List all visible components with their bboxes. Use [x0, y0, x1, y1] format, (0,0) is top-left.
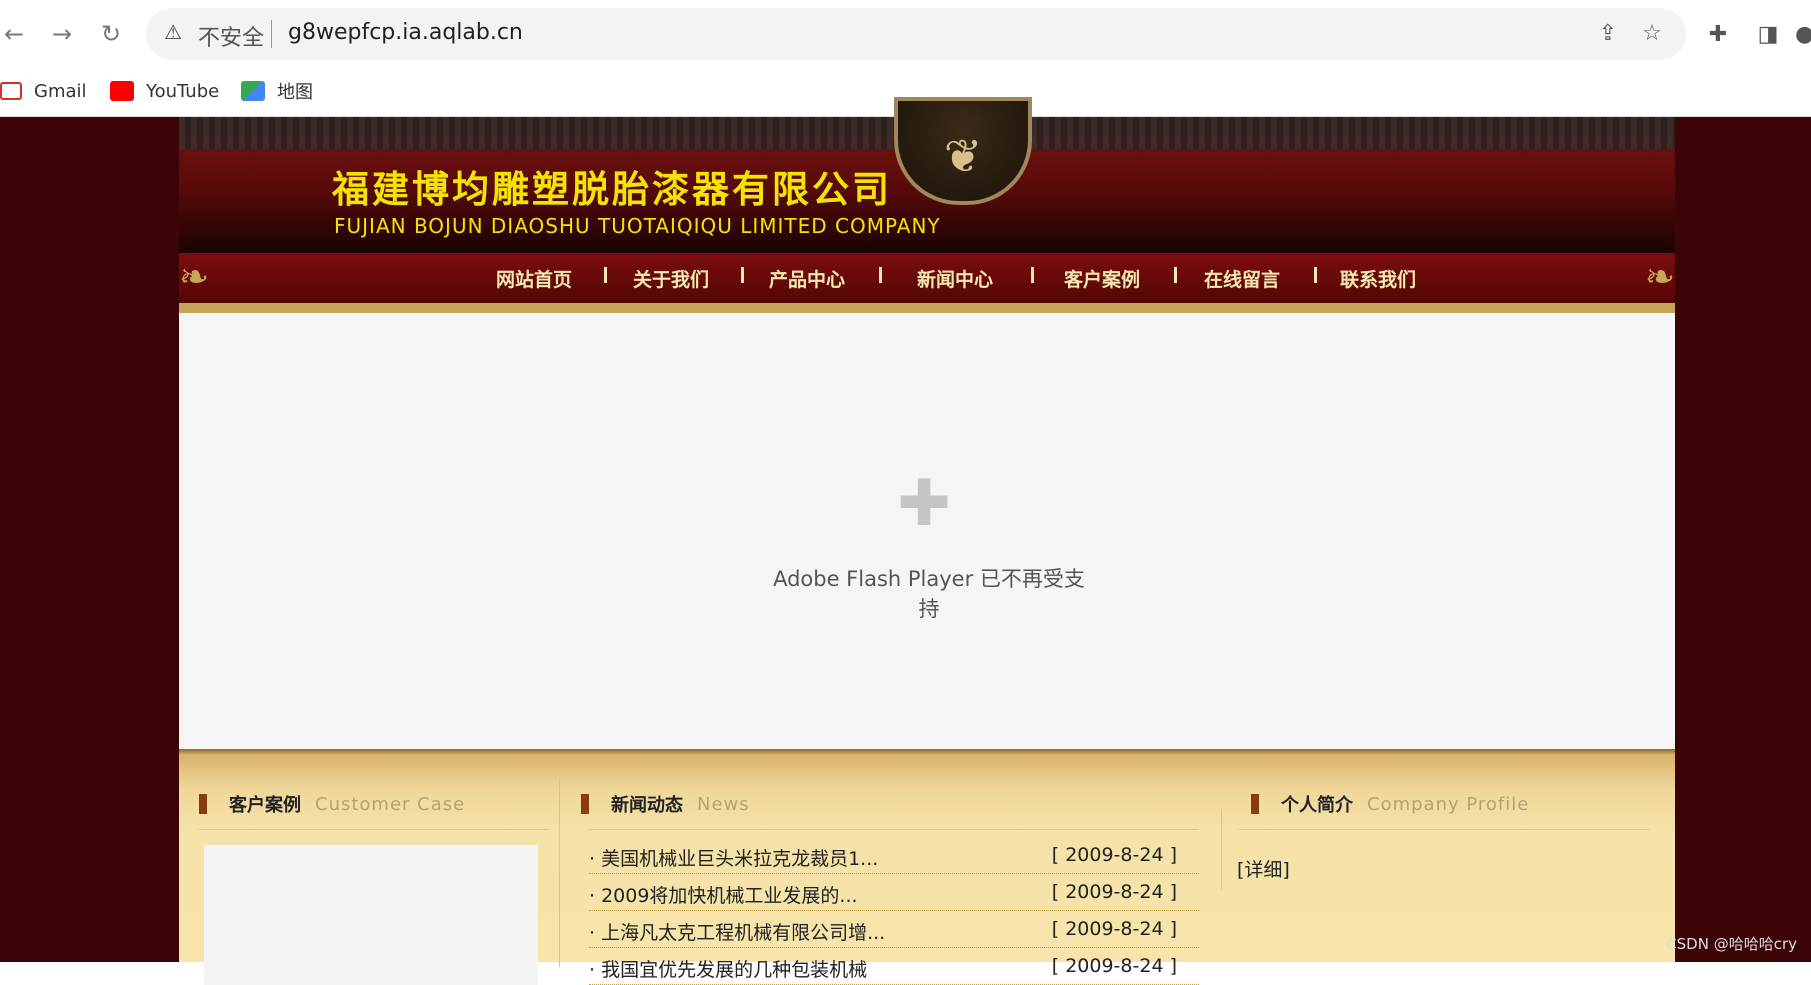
site-header: ❦ 福建博均雕塑脱胎漆器有限公司 FUJIAN BOJUN DIAOSHU TU…: [179, 97, 1675, 253]
news-title[interactable]: · 我国宜优先发展的几种包装机械: [589, 955, 867, 982]
nav-divider: [879, 267, 882, 283]
nav-divider: [604, 267, 607, 283]
nav-contact[interactable]: 联系我们: [1340, 265, 1416, 292]
profile-panel-title: 个人简介 Company Profile: [1251, 791, 1529, 817]
page-background: ❦ 福建博均雕塑脱胎漆器有限公司 FUJIAN BOJUN DIAOSHU TU…: [0, 97, 1811, 985]
star-icon[interactable]: ☆: [1638, 20, 1666, 48]
nav-about[interactable]: 关于我们: [633, 265, 709, 292]
profile-detail-link[interactable]: [详细]: [1237, 855, 1290, 882]
divider: [559, 777, 560, 967]
bookmark-label: Gmail: [34, 80, 87, 102]
case-image-placeholder[interactable]: [204, 845, 538, 985]
bookmark-gmail[interactable]: Gmail: [0, 76, 87, 106]
company-name-cn: 福建博均雕塑脱胎漆器有限公司: [332, 168, 892, 211]
profile-title-cn: 个人简介: [1281, 795, 1353, 816]
nav-divider: [741, 267, 744, 283]
left-ornament-icon: ❧: [179, 257, 210, 298]
right-ornament-icon: ❧: [1644, 257, 1675, 298]
cases-panel-title: 客户案例 Customer Case: [199, 791, 465, 817]
plugin-puzzle-icon: ✚: [897, 467, 951, 541]
gmail-icon: [0, 82, 22, 100]
nav-products[interactable]: 产品中心: [769, 265, 845, 292]
side-panel-icon[interactable]: ◨: [1753, 20, 1783, 50]
csdn-watermark: CSDN @哈哈哈cry: [1666, 935, 1797, 953]
nav-message[interactable]: 在线留言: [1204, 265, 1280, 292]
nav-divider: [1031, 267, 1034, 283]
site-container: ❦ 福建博均雕塑脱胎漆器有限公司 FUJIAN BOJUN DIAOSHU TU…: [179, 97, 1675, 985]
flash-unsupported-message: Adobe Flash Player 已不再受支持: [773, 567, 1085, 621]
nav-cases[interactable]: 客户案例: [1064, 265, 1140, 292]
bookmark-label: YouTube: [146, 80, 220, 102]
news-panel-title: 新闻动态 News: [581, 791, 750, 817]
news-item[interactable]: · 2009将加快机械工业发展的... [ 2009-8-24 ]: [589, 874, 1199, 911]
reload-icon[interactable]: ↻: [97, 20, 125, 48]
warning-icon[interactable]: ⚠: [164, 21, 186, 43]
address-divider: [271, 20, 272, 48]
youtube-icon: [110, 81, 134, 101]
news-title[interactable]: · 美国机械业巨头米拉克龙裁员1...: [589, 844, 878, 871]
security-status[interactable]: 不安全: [198, 20, 264, 52]
title-marker: [199, 794, 207, 814]
news-item[interactable]: · 美国机械业巨头米拉克龙裁员1... [ 2009-8-24 ]: [589, 837, 1199, 874]
content-panels: 客户案例 Customer Case 新闻动态 News · 美国机械业巨头米拉…: [179, 749, 1675, 985]
news-item[interactable]: · 我国宜优先发展的几种包装机械 [ 2009-8-24 ]: [589, 948, 1199, 985]
news-date: [ 2009-8-24 ]: [1051, 955, 1177, 977]
flash-placeholder[interactable]: ✚ Adobe Flash Player 已不再受支持: [179, 313, 1675, 749]
divider: [1239, 829, 1649, 830]
maps-icon: [241, 81, 265, 101]
url-text[interactable]: g8wepfcp.ia.aqlab.cn: [288, 20, 523, 45]
title-marker: [1251, 794, 1259, 814]
nav-divider: [1174, 267, 1177, 283]
bookmark-maps[interactable]: 地图: [241, 76, 313, 106]
share-icon[interactable]: ⇪: [1594, 20, 1622, 48]
nav-divider: [1314, 267, 1317, 283]
profile-avatar-icon[interactable]: ●: [1795, 20, 1811, 50]
divider: [199, 829, 549, 830]
news-title[interactable]: · 2009将加快机械工业发展的...: [589, 881, 858, 908]
main-nav: ❧ ❧ 网站首页 关于我们 产品中心 新闻中心 客户案例 在线留言 联系我们: [179, 253, 1675, 313]
forward-arrow-icon[interactable]: →: [48, 20, 76, 48]
bookmark-youtube[interactable]: YouTube: [110, 76, 219, 106]
news-item[interactable]: · 上海凡太克工程机械有限公司增... [ 2009-8-24 ]: [589, 911, 1199, 948]
nav-news[interactable]: 新闻中心: [917, 265, 993, 292]
company-name-en: FUJIAN BOJUN DIAOSHU TUOTAIQIQU LIMITED …: [334, 214, 941, 238]
bookmark-label: 地图: [277, 82, 313, 103]
browser-toolbar: ← → ↻ ⚠ 不安全 g8wepfcp.ia.aqlab.cn ⇪ ☆ ✚ ◨…: [0, 0, 1811, 66]
address-bar[interactable]: ⚠ 不安全 g8wepfcp.ia.aqlab.cn ⇪ ☆: [146, 8, 1686, 60]
extensions-icon[interactable]: ✚: [1703, 20, 1733, 50]
title-marker: [581, 794, 589, 814]
news-date: [ 2009-8-24 ]: [1051, 918, 1177, 940]
profile-title-en: Company Profile: [1367, 793, 1530, 815]
news-title-en: News: [697, 793, 750, 815]
emblem-logo-icon: ❦: [894, 97, 1032, 205]
divider: [1221, 809, 1222, 889]
news-title-cn: 新闻动态: [611, 795, 683, 816]
news-title[interactable]: · 上海凡太克工程机械有限公司增...: [589, 918, 885, 945]
divider: [589, 829, 1199, 830]
nav-home[interactable]: 网站首页: [496, 265, 572, 292]
cases-title-cn: 客户案例: [229, 795, 301, 816]
back-arrow-icon[interactable]: ←: [0, 20, 28, 48]
cases-title-en: Customer Case: [315, 793, 466, 815]
news-date: [ 2009-8-24 ]: [1051, 881, 1177, 903]
news-date: [ 2009-8-24 ]: [1051, 844, 1177, 866]
